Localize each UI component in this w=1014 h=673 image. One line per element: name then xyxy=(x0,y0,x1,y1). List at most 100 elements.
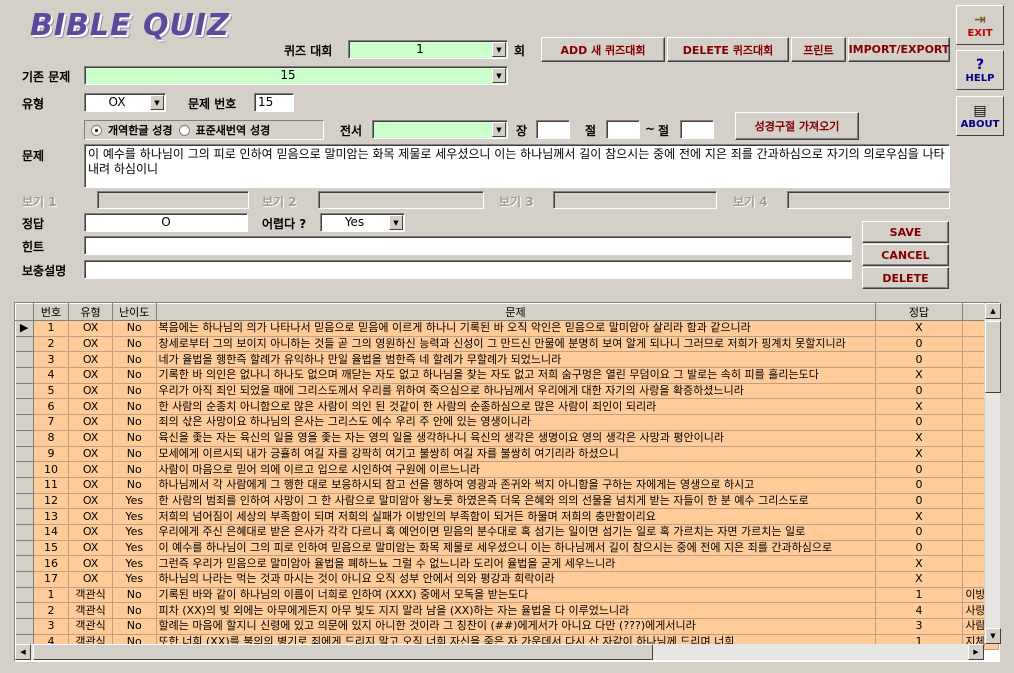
cancel-button[interactable]: CANCEL xyxy=(862,244,949,266)
radio-nkrv[interactable] xyxy=(178,124,190,136)
cell-answer[interactable]: X xyxy=(875,320,964,337)
cell-type[interactable]: OX xyxy=(68,320,113,337)
cell-number[interactable]: 4 xyxy=(33,367,70,384)
table-row[interactable]: 3 OX No 네가 율법을 행한즉 할례가 유익하나 만일 율법을 범한즉 네 할례… xyxy=(15,351,999,369)
table-row[interactable]: 5 OX No 우리가 아직 죄인 되었을 때에 그리스도께서 우리를 위하여 죽으심… xyxy=(15,383,999,400)
cell-question[interactable]: 하나님께서 각 사람에게 그 행한 대로 보응하시되 참고 선을 행하여 영광과… xyxy=(156,477,876,494)
cell-type[interactable]: OX xyxy=(68,508,113,525)
cell-question[interactable]: 기록된 바와 같이 하나님의 이름이 너희로 인하여 (XXX) 중에서 모독을… xyxy=(156,587,876,604)
cell-question[interactable]: 모세에게 이르시되 내가 긍휼히 여길 자를 강팍히 여기고 불쌍히 여길 자를… xyxy=(156,446,876,463)
cell-answer[interactable]: 4 xyxy=(875,602,964,620)
table-row[interactable]: 10 OX No 사람이 마음으로 믿어 의에 이르고 입으로 시인하여 구원에 이르… xyxy=(15,461,999,478)
row-selector[interactable] xyxy=(15,555,34,572)
radio-nkrv-label[interactable]: 표준새번역 성경 xyxy=(196,122,271,138)
table-row[interactable]: ▶ 1 OX No 복음에는 하나님의 의가 나타나서 믿음으로 믿음에 이르게 하나니… xyxy=(15,320,999,337)
row-selector[interactable] xyxy=(15,493,34,510)
col-header-difficulty[interactable]: 난이도 xyxy=(111,303,157,321)
cell-number[interactable]: 3 xyxy=(33,618,70,635)
table-row[interactable]: 14 OX Yes 우리에게 주신 은혜대로 받은 은사가 각각 다르니 혹 예언이면… xyxy=(15,524,999,541)
print-button[interactable]: 프린트 xyxy=(791,37,846,62)
row-selector[interactable] xyxy=(15,351,34,369)
col-header-answer[interactable]: 정답 xyxy=(874,303,964,321)
cell-answer[interactable]: 0 xyxy=(875,540,964,557)
cell-question[interactable]: 한 사람의 범죄를 인하여 사망이 그 한 사람으로 말미암아 왕노릇 하였은즉… xyxy=(156,493,876,510)
cell-number[interactable]: 14 xyxy=(33,524,70,541)
row-selector[interactable] xyxy=(15,446,34,463)
cell-number[interactable]: 5 xyxy=(33,383,70,400)
table-row[interactable]: 7 OX No 죄의 삯은 사망이요 하나님의 은사는 그리스도 예수 우리 주 안에… xyxy=(15,414,999,431)
row-selector[interactable] xyxy=(15,367,34,384)
cell-question[interactable]: 창세로부터 그의 보이지 아니하는 것들 곧 그의 영원하신 능력과 신성이 그… xyxy=(156,336,876,353)
cell-answer[interactable]: X xyxy=(875,398,964,416)
cell-type[interactable]: 객관식 xyxy=(68,587,113,604)
cell-answer[interactable]: 0 xyxy=(875,383,964,400)
table-row[interactable]: 8 OX No 육신을 좇는 자는 육신의 일을 영을 좇는 자는 영의 일을 생각하… xyxy=(15,430,999,447)
cell-answer[interactable]: 0 xyxy=(875,336,964,353)
book-select[interactable]: ▼ xyxy=(372,120,508,139)
save-button[interactable]: SAVE xyxy=(862,221,949,243)
row-selector[interactable] xyxy=(15,383,34,400)
cell-difficulty[interactable]: No xyxy=(112,602,157,620)
cell-difficulty[interactable]: No xyxy=(112,461,157,478)
cell-difficulty[interactable]: No xyxy=(112,367,157,384)
choice2-field[interactable] xyxy=(318,191,484,209)
cell-number[interactable]: 11 xyxy=(33,477,70,494)
cell-difficulty[interactable]: No xyxy=(112,414,157,431)
cell-question[interactable]: 하나님의 나라는 먹는 것과 마시는 것이 아니요 오직 성부 안에서 의와 평… xyxy=(156,571,876,588)
cell-type[interactable]: OX xyxy=(68,446,113,463)
cell-type[interactable]: OX xyxy=(68,555,113,572)
scroll-up-icon[interactable]: ▲ xyxy=(985,303,1001,319)
cell-answer[interactable]: X xyxy=(875,446,964,463)
cell-number[interactable]: 15 xyxy=(33,540,70,557)
cell-number[interactable]: 1 xyxy=(33,320,70,337)
chevron-down-icon[interactable]: ▼ xyxy=(492,122,506,137)
cell-type[interactable]: OX xyxy=(68,461,113,478)
cell-answer[interactable]: 3 xyxy=(875,618,964,635)
cell-number[interactable]: 2 xyxy=(33,602,70,620)
cell-answer[interactable]: X xyxy=(875,430,964,447)
radio-krv-label[interactable]: 개역한글 성경 xyxy=(108,122,173,138)
cell-type[interactable]: OX xyxy=(68,477,113,494)
cell-number[interactable]: 12 xyxy=(33,493,70,510)
col-header-question[interactable]: 문제 xyxy=(155,303,876,321)
cell-difficulty[interactable]: Yes xyxy=(112,540,157,557)
cell-answer[interactable]: 0 xyxy=(875,477,964,494)
table-row[interactable]: 6 OX No 한 사람의 순종치 아니함으로 많은 사람이 의인 된 것같이 한 사… xyxy=(15,398,999,416)
cell-question[interactable]: 이 예수를 하나님이 그의 피로 인하여 믿음으로 말미암는 화목 제물로 세우… xyxy=(156,540,876,557)
verse-start-field[interactable] xyxy=(606,120,640,139)
chevron-down-icon[interactable]: ▼ xyxy=(150,95,164,110)
cell-difficulty[interactable]: No xyxy=(112,430,157,447)
cell-question[interactable]: 기록한 바 의인은 없나니 하나도 없으며 깨닫는 자도 없고 하나님을 찾는 … xyxy=(156,367,876,384)
fetch-verse-button[interactable]: 성경구절 가져오기 xyxy=(735,112,859,140)
cell-answer[interactable]: 0 xyxy=(875,414,964,431)
table-row[interactable]: 13 OX Yes 저희의 넘어짐이 세상의 부족함이 되며 저희의 실패가 이방인의… xyxy=(15,508,999,525)
table-row[interactable]: 9 OX No 모세에게 이르시되 내가 긍휼히 여길 자를 강팍히 여기고 불쌍히 … xyxy=(15,446,999,463)
cell-type[interactable]: 객관식 xyxy=(68,602,113,620)
hint-field[interactable] xyxy=(84,236,852,255)
quiz-select[interactable]: 1 ▼ xyxy=(348,40,508,59)
row-selector[interactable] xyxy=(15,477,34,494)
cell-difficulty[interactable]: No xyxy=(112,351,157,369)
row-selector[interactable] xyxy=(15,602,34,620)
delete-quiz-button[interactable]: DELETE 퀴즈대회 xyxy=(667,37,789,62)
cell-question[interactable]: 그런즉 우리가 믿음으로 말미암아 율법을 폐하느뇨 그럴 수 없느니라 도리어… xyxy=(156,555,876,572)
table-row[interactable]: 2 OX No 창세로부터 그의 보이지 아니하는 것들 곧 그의 영원하신 능력과 … xyxy=(15,336,999,353)
table-row[interactable]: 1 객관식 No 기록된 바와 같이 하나님의 이름이 너희로 인하여 (XXX) 중… xyxy=(15,587,999,604)
row-selector[interactable] xyxy=(15,430,34,447)
cell-difficulty[interactable]: Yes xyxy=(112,493,157,510)
cell-difficulty[interactable]: No xyxy=(112,383,157,400)
difficulty-select[interactable]: Yes ▼ xyxy=(320,213,405,232)
exit-button[interactable]: ⇥ EXIT xyxy=(956,5,1004,45)
row-selector[interactable] xyxy=(15,540,34,557)
cell-number[interactable]: 17 xyxy=(33,571,70,588)
table-row[interactable]: 4 OX No 기록한 바 의인은 없나니 하나도 없으며 깨닫는 자도 없고 하나님… xyxy=(15,367,999,384)
extra-field[interactable] xyxy=(84,260,852,279)
cell-difficulty[interactable]: Yes xyxy=(112,508,157,525)
chevron-down-icon[interactable]: ▼ xyxy=(492,42,506,57)
col-header-type[interactable]: 유형 xyxy=(68,303,113,321)
cell-answer[interactable]: 0 xyxy=(875,493,964,510)
scroll-thumb[interactable] xyxy=(985,321,1001,393)
cell-number[interactable]: 7 xyxy=(33,414,70,431)
choice4-field[interactable] xyxy=(787,191,950,209)
cell-difficulty[interactable]: No xyxy=(112,336,157,353)
